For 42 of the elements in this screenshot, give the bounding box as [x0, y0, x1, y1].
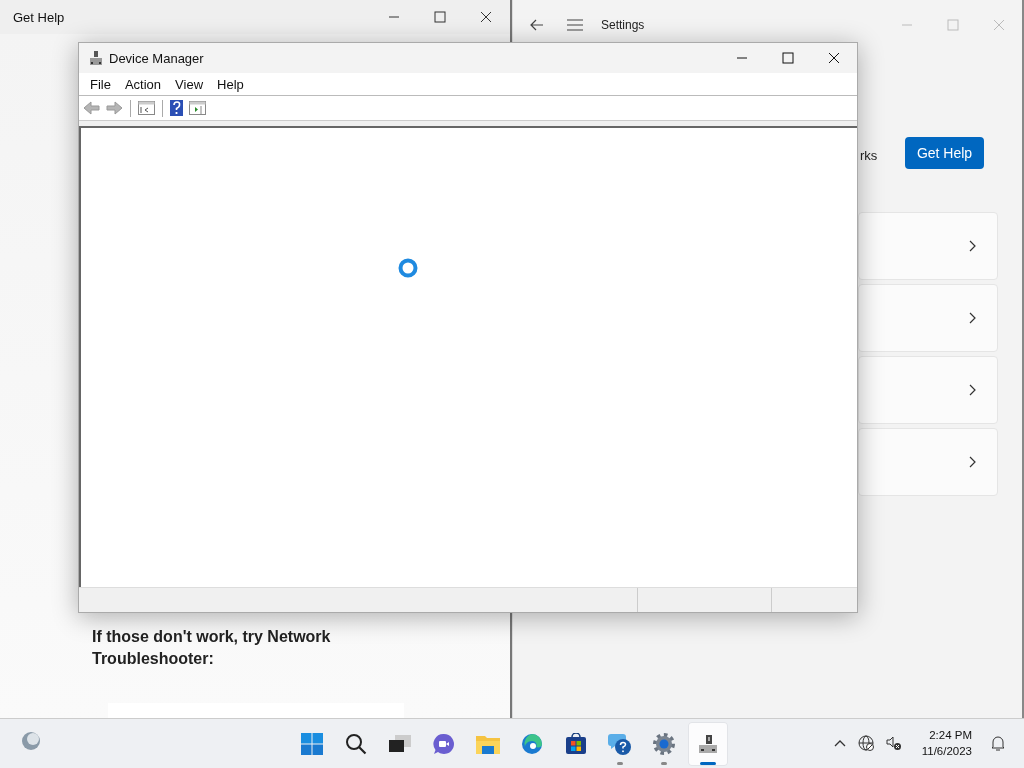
store-icon: [565, 733, 587, 755]
window-title: Get Help: [13, 9, 65, 25]
maximize-icon[interactable]: [782, 52, 794, 64]
help-paragraph: If those don't work, try Network Troubleshooter:: [92, 627, 332, 669]
menu-item[interactable]: View: [168, 76, 211, 92]
computer-icon: [697, 733, 719, 755]
back-arrow-icon[interactable]: [530, 19, 544, 31]
window-title: Settings: [601, 18, 646, 32]
menu-item[interactable]: Action: [117, 76, 169, 92]
action-pane-icon[interactable]: [189, 101, 206, 115]
chevron-icon: [969, 312, 976, 324]
gear-icon: [652, 732, 676, 756]
chevron-icon: [969, 240, 976, 252]
window-title: Device Manager: [109, 50, 205, 66]
maximize-icon[interactable]: [434, 11, 446, 23]
search-icon: [345, 733, 367, 755]
menu-item[interactable]: File: [83, 76, 118, 92]
folder-icon: [476, 734, 500, 754]
windows-logo-icon: [301, 733, 323, 755]
close-icon[interactable]: [480, 11, 492, 23]
clock-time[interactable]: 2:24 PM: [929, 727, 972, 743]
help-chat-icon: [608, 732, 632, 756]
chevron-icon: [969, 456, 976, 468]
task-view-icon: [389, 735, 411, 753]
get-help-button[interactable]: Get Help: [905, 137, 984, 169]
partial-text: rks: [860, 148, 878, 163]
taskbar-app[interactable]: [688, 722, 728, 766]
close-icon[interactable]: [828, 52, 840, 64]
browser-icon: [521, 733, 543, 755]
help-icon[interactable]: [170, 100, 183, 116]
weather-icon[interactable]: [20, 730, 42, 752]
muted-speaker-icon[interactable]: [885, 735, 902, 751]
chevron-up-icon[interactable]: [833, 739, 846, 747]
computer-icon: [89, 50, 103, 66]
notification-bell-icon[interactable]: [990, 735, 1006, 751]
clock-date[interactable]: 11/6/2023: [921, 743, 972, 759]
console-tree-icon[interactable]: [138, 101, 155, 115]
menu-item[interactable]: Help: [210, 76, 251, 92]
globe-icon[interactable]: [857, 735, 874, 751]
menu-icon[interactable]: [567, 19, 583, 31]
chevron-icon: [969, 384, 976, 396]
chat-icon: [433, 733, 455, 755]
